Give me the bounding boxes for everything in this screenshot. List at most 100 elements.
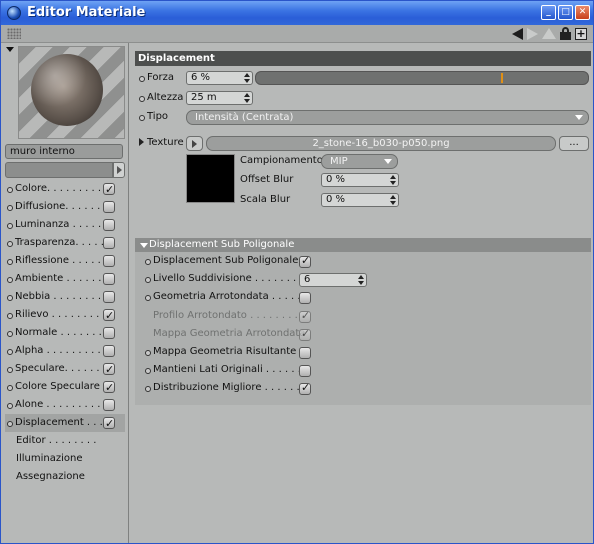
material-selector-arrow-icon[interactable]	[113, 162, 125, 178]
texture-browse-button[interactable]: ...	[559, 136, 589, 151]
channel-checkbox[interactable]	[103, 237, 115, 249]
channel-label: Alpha . . . . . . . . . .	[15, 345, 108, 356]
channel-label: Alone . . . . . . . . . .	[15, 399, 107, 410]
channel-checkbox[interactable]	[103, 181, 115, 199]
collapse-arrow-icon[interactable]	[6, 47, 14, 52]
main-panel: Displacement Forza 6 % Altezza 25 m Tipo…	[131, 43, 593, 543]
back-arrow-icon[interactable]	[512, 27, 523, 40]
channel-6[interactable]: Nebbia . . . . . . . . .	[5, 288, 125, 306]
sub-poly-checkbox[interactable]	[299, 292, 311, 305]
channel-11[interactable]: Colore Speculare	[5, 378, 125, 397]
up-arrow-icon[interactable]	[542, 28, 556, 39]
texture-preview-swatch[interactable]	[186, 154, 235, 203]
sub-poly-row-label: Profilo Arrotondato . . . . . . . . .	[153, 309, 305, 321]
material-selector-field[interactable]	[5, 162, 113, 178]
channel-checkbox[interactable]	[103, 345, 115, 357]
channel-9[interactable]: Alpha . . . . . . . . . .	[5, 342, 125, 360]
maximize-button[interactable]: □	[558, 5, 573, 20]
offset-blur-input[interactable]: 0 %	[321, 173, 399, 187]
sub-poly-header[interactable]: Displacement Sub Poligonale	[135, 238, 591, 252]
material-sphere	[31, 54, 103, 126]
forza-slider-handle[interactable]	[501, 73, 503, 83]
channel-8[interactable]: Normale . . . . . . . .	[5, 324, 125, 342]
channel-checkbox[interactable]	[103, 415, 115, 433]
subdivision-stepper-icon[interactable]	[358, 275, 364, 286]
channel-label: Speculare. . . . . . .	[15, 363, 106, 374]
channel-12[interactable]: Alone . . . . . . . . . .	[5, 396, 125, 414]
tipo-dropdown[interactable]: Intensità (Centrata)	[186, 110, 589, 125]
channel-label: Rilievo . . . . . . . . .	[15, 309, 106, 320]
sub-poly-row-label: Livello Suddivisione . . . . . . . .	[145, 273, 303, 284]
channel-14[interactable]: Editor . . . . . . . .	[5, 432, 125, 450]
channel-3[interactable]: Trasparenza. . . . .	[5, 234, 125, 252]
forza-slider[interactable]	[255, 71, 589, 85]
channel-label: Ambiente . . . . . . .	[15, 273, 108, 284]
sub-poly-row-label: Distribuzione Migliore . . . . . . .	[145, 382, 306, 393]
sub-poly-checkbox[interactable]	[299, 254, 311, 268]
forward-arrow-icon[interactable]	[527, 27, 538, 40]
close-button[interactable]: ✕	[575, 5, 590, 20]
material-preview[interactable]	[18, 46, 125, 139]
sub-poly-row-label: Mappa Geometria Risultante	[145, 346, 296, 357]
channel-checkbox[interactable]	[103, 399, 115, 411]
offset-blur-value: 0 %	[326, 174, 346, 185]
channel-checkbox[interactable]	[103, 361, 115, 379]
channel-2[interactable]: Luminanza . . . . . .	[5, 216, 125, 234]
sub-poly-checkbox[interactable]	[299, 365, 311, 378]
sub-poly-checkbox[interactable]	[299, 347, 311, 359]
sub-poly-checkbox[interactable]	[299, 381, 311, 396]
chevron-down-icon	[384, 159, 392, 164]
lock-icon[interactable]	[560, 27, 571, 40]
forza-stepper-icon[interactable]	[244, 73, 250, 83]
material-selector[interactable]	[5, 162, 125, 178]
minimize-button[interactable]: _	[541, 5, 556, 20]
scala-blur-input[interactable]: 0 %	[321, 193, 399, 207]
channel-label: Illuminazione	[16, 453, 83, 464]
altezza-input[interactable]: 25 m	[186, 91, 253, 105]
sub-poly-checkbox	[299, 327, 311, 341]
material-editor-window: Editor Materiale _ □ ✕ + muro interno Co…	[0, 0, 594, 544]
texture-menu-button[interactable]	[186, 136, 203, 151]
channel-label: Diffusione. . . . . . .	[15, 201, 107, 212]
channel-1[interactable]: Diffusione. . . . . . .	[5, 198, 125, 216]
sub-poly-row-label: Mantieni Lati Originali . . . . . . .	[145, 364, 307, 375]
channel-checkbox[interactable]	[103, 379, 115, 397]
channel-checkbox[interactable]	[103, 291, 115, 303]
channel-10[interactable]: Speculare. . . . . . .	[5, 360, 125, 379]
tipo-label: Tipo	[139, 111, 168, 122]
channel-13[interactable]: Displacement . . .	[5, 414, 125, 433]
forza-label: Forza	[139, 72, 174, 83]
channel-label: Luminanza . . . . . .	[15, 219, 108, 230]
channel-4[interactable]: Riflessione . . . . . .	[5, 252, 125, 270]
channel-label: Editor . . . . . . . .	[16, 435, 97, 446]
texture-file-field[interactable]: 2_stone-16_b030-p050.png	[206, 136, 556, 151]
scala-blur-stepper-icon[interactable]	[390, 195, 396, 205]
channel-checkbox[interactable]	[103, 219, 115, 231]
channel-checkbox[interactable]	[103, 307, 115, 325]
campionamento-dropdown[interactable]: MIP	[321, 154, 398, 169]
offset-blur-stepper-icon[interactable]	[390, 175, 396, 185]
altezza-label: Altezza	[139, 92, 183, 103]
channel-checkbox[interactable]	[103, 273, 115, 285]
channel-15[interactable]: Illuminazione	[5, 450, 125, 468]
material-name-field[interactable]: muro interno	[5, 144, 123, 159]
channel-checkbox[interactable]	[103, 255, 115, 267]
sub-poly-row-label: Displacement Sub Poligonale	[145, 255, 298, 266]
new-window-icon[interactable]: +	[575, 27, 587, 40]
channel-checkbox[interactable]	[103, 327, 115, 339]
channel-label: Colore. . . . . . . . .	[15, 183, 102, 194]
campionamento-label: Campionamento	[240, 155, 323, 166]
scala-blur-value: 0 %	[326, 194, 346, 205]
app-icon	[7, 6, 21, 20]
channel-0[interactable]: Colore. . . . . . . . .	[5, 180, 125, 199]
channel-16[interactable]: Assegnazione	[5, 468, 125, 486]
channel-5[interactable]: Ambiente . . . . . . .	[5, 270, 125, 288]
channel-checkbox[interactable]	[103, 201, 115, 213]
texture-expand-icon[interactable]	[139, 138, 144, 146]
subdivision-level-input[interactable]: 6	[299, 273, 367, 288]
channel-7[interactable]: Rilievo . . . . . . . . .	[5, 306, 125, 325]
forza-input[interactable]: 6 %	[186, 71, 253, 85]
altezza-stepper-icon[interactable]	[244, 93, 250, 103]
grip-icon[interactable]	[7, 28, 21, 39]
title-bar[interactable]: Editor Materiale _ □ ✕	[1, 1, 593, 25]
